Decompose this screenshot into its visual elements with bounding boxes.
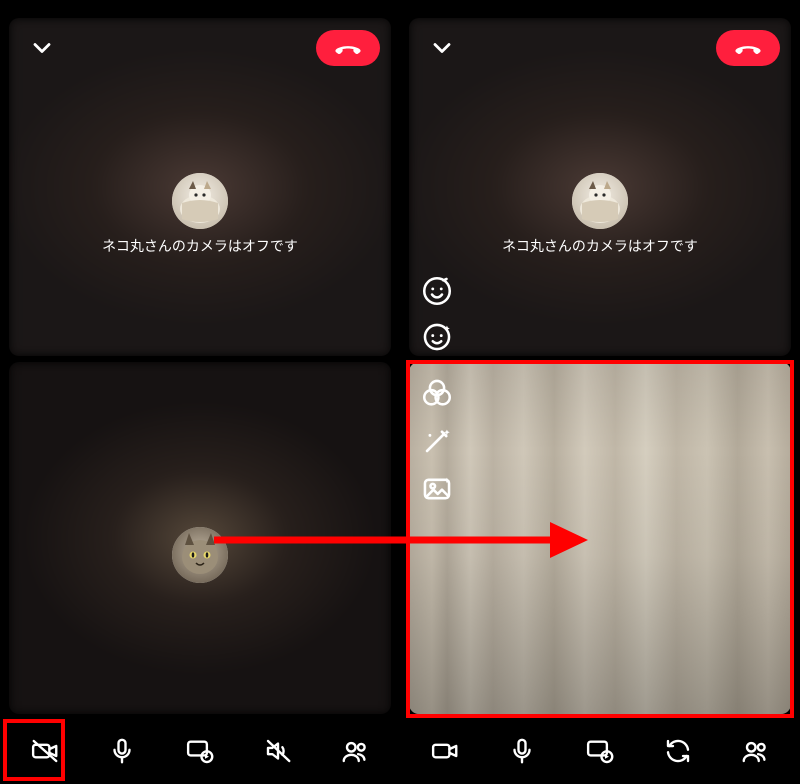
speaker-off-icon[interactable] (250, 723, 306, 779)
self-view-tile-active (409, 362, 791, 714)
screenshare-icon[interactable] (172, 723, 228, 779)
chevron-down-icon[interactable] (28, 34, 56, 62)
camera-icon[interactable] (417, 723, 473, 779)
camera-live-view (409, 362, 791, 714)
wand-icon[interactable] (420, 424, 454, 458)
camera-off-status: ネコ丸さんのカメラはオフです (409, 236, 791, 256)
face-effect-icon[interactable] (420, 320, 454, 354)
switch-camera-icon[interactable] (650, 723, 706, 779)
right-screenshot: ネコ丸さんのカメラはオフです (400, 0, 800, 784)
participants-icon[interactable] (327, 723, 383, 779)
remote-participant-tile: ネコ丸さんのカメラはオフです (409, 18, 791, 356)
hangup-button[interactable] (716, 30, 780, 66)
chevron-down-icon[interactable] (428, 34, 456, 62)
avatar-effect-icon[interactable] (420, 274, 454, 308)
avatar (572, 173, 628, 229)
filter-icon[interactable] (420, 376, 454, 410)
camera-off-status: ネコ丸さんのカメラはオフです (9, 236, 391, 256)
camera-off-icon[interactable] (17, 723, 73, 779)
avatar (172, 527, 228, 583)
call-toolbar (400, 718, 800, 784)
avatar (172, 173, 228, 229)
remote-participant-tile: ネコ丸さんのカメラはオフです (9, 18, 391, 356)
hangup-button[interactable] (316, 30, 380, 66)
mic-icon[interactable] (94, 723, 150, 779)
screenshare-icon[interactable] (572, 723, 628, 779)
left-screenshot: ネコ丸さんのカメラはオフです (0, 0, 400, 784)
self-view-tile (9, 362, 391, 714)
call-toolbar (0, 718, 400, 784)
background-image-icon[interactable] (420, 472, 454, 506)
participants-icon[interactable] (727, 723, 783, 779)
mic-icon[interactable] (494, 723, 550, 779)
